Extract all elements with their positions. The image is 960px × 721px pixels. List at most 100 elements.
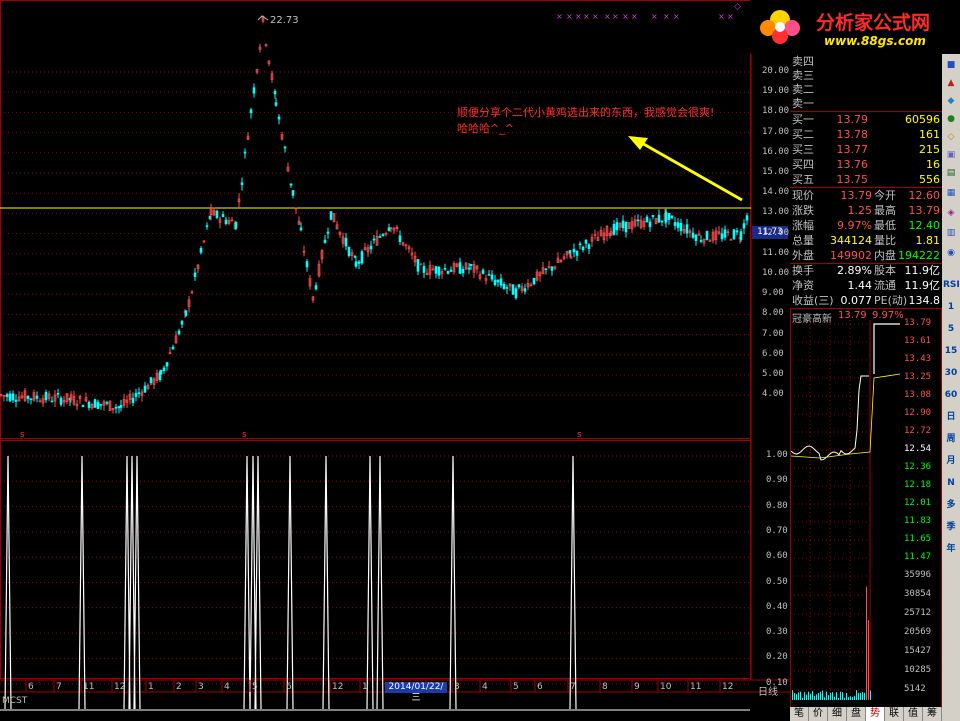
intraday-volume-label: 10285 xyxy=(904,665,932,675)
toolbar-period-button[interactable]: 月 xyxy=(943,452,959,470)
candle-body xyxy=(532,277,536,285)
toolbar-period-button[interactable]: 60 xyxy=(943,386,959,404)
intraday-volume-bar xyxy=(834,696,835,700)
toolbar-icon[interactable]: ▲ xyxy=(943,74,959,92)
bid-row[interactable]: 买二 13.78 161 xyxy=(790,127,942,142)
candle-body xyxy=(5,394,9,397)
toolbar-icon[interactable]: ◈ xyxy=(943,204,959,222)
candle-body xyxy=(612,223,616,235)
bottom-tab[interactable]: 价 xyxy=(809,707,828,721)
peak-price-label: 22.73 xyxy=(270,15,299,26)
stat-value: 0.077 xyxy=(840,294,873,307)
intraday-price-label: 12.90 xyxy=(904,408,932,418)
candle-body xyxy=(56,393,60,395)
candle-body xyxy=(137,392,141,395)
toolbar-period-button[interactable]: RSI xyxy=(943,276,960,294)
candle-body xyxy=(134,393,138,397)
bid-label: 买四 xyxy=(792,158,814,171)
bottom-tab[interactable]: 势 xyxy=(866,707,885,721)
toolbar-icon[interactable]: ▥ xyxy=(943,224,959,242)
signal-tick: × xyxy=(663,12,670,21)
intraday-volume-bar xyxy=(816,694,817,700)
toolbar-icon[interactable]: ▤ xyxy=(943,164,959,182)
intraday-volume-bar xyxy=(802,697,803,700)
toolbar-period-button[interactable]: 30 xyxy=(943,364,959,382)
x-axis-label: 7 xyxy=(570,682,576,692)
bid-row[interactable]: 买一 13.79 60596 xyxy=(790,112,942,127)
stat-label: 今开 xyxy=(874,189,896,202)
signal-tick: × xyxy=(673,12,680,21)
toolbar-period-button[interactable]: 季 xyxy=(943,518,959,536)
bottom-tab[interactable]: 联 xyxy=(885,707,904,721)
x-axis-label: 1 xyxy=(148,682,154,692)
signal-tick: × xyxy=(592,12,599,21)
bid-row[interactable]: 买五 13.75 556 xyxy=(790,172,942,187)
bid-row[interactable]: 买三 13.77 215 xyxy=(790,142,942,157)
bottom-tab[interactable]: 盘 xyxy=(847,707,866,721)
toolbar-icon[interactable]: ◇ xyxy=(943,128,959,146)
intraday-title: 冠豪高新 xyxy=(792,314,832,325)
candle-body xyxy=(636,219,640,222)
candle-body xyxy=(443,268,447,270)
indicator-y-label: 0.70 xyxy=(766,525,788,536)
stat-label: 量比 xyxy=(874,234,896,247)
candle-body xyxy=(99,404,103,406)
toolbar-period-button[interactable]: N xyxy=(943,474,959,492)
intraday-volume-bar xyxy=(794,693,795,700)
candle-body xyxy=(720,233,724,240)
intraday-volume-label: 35996 xyxy=(904,570,932,580)
candle-body xyxy=(685,224,689,234)
x-axis-label: 11 xyxy=(83,682,95,692)
stat-row: 外盘 149902 内盘 194222 xyxy=(790,248,942,263)
candle-body xyxy=(467,267,471,270)
bid-volume: 556 xyxy=(919,173,940,186)
y-axis-label: 19.00 xyxy=(762,86,790,97)
candle-body xyxy=(487,274,491,276)
candle-body xyxy=(215,210,219,219)
ask-row: 卖一 xyxy=(790,96,942,111)
ask-label: 卖三 xyxy=(792,69,814,82)
signal-tick: × xyxy=(718,12,725,21)
candle-body xyxy=(578,243,582,246)
toolbar-icon[interactable]: ◉ xyxy=(943,244,959,262)
intraday-volume-bar xyxy=(866,586,867,700)
toolbar-period-button[interactable]: 多 xyxy=(943,496,959,514)
toolbar-icon[interactable]: ◆ xyxy=(943,92,959,110)
toolbar-period-button[interactable]: 15 xyxy=(943,342,959,360)
toolbar-period-button[interactable]: 日 xyxy=(943,408,959,426)
candle-body xyxy=(490,274,494,280)
signal-tick: × xyxy=(622,12,629,21)
annotation-arrowhead xyxy=(628,136,648,150)
toolbar-period-button[interactable]: 1 xyxy=(943,298,959,316)
toolbar-icon[interactable]: ■ xyxy=(943,56,959,74)
indicator-spike xyxy=(254,455,262,710)
x-axis-label: 12 xyxy=(114,682,126,692)
x-axis-label: 6 xyxy=(537,682,543,692)
toolbar-icon[interactable]: ▣ xyxy=(943,146,959,164)
signal-marker: s xyxy=(577,430,582,440)
x-axis-label: 12 xyxy=(722,682,734,692)
indicator-spike xyxy=(366,455,374,710)
bid-label: 买二 xyxy=(792,128,814,141)
intraday-volume-bar xyxy=(840,691,841,700)
bottom-tab[interactable]: 筹 xyxy=(923,707,942,721)
toolbar-period-button[interactable]: 5 xyxy=(943,320,959,338)
period-label[interactable]: 日线 xyxy=(758,683,778,698)
bottom-tab[interactable]: 细 xyxy=(828,707,847,721)
x-axis-label: 3 xyxy=(454,682,460,692)
x-axis-label: 6 xyxy=(28,682,34,692)
signal-tick: ◇ xyxy=(734,2,741,12)
bottom-tab[interactable]: 值 xyxy=(904,707,923,721)
intraday-price: 13.79 xyxy=(838,310,867,321)
bid-price: 13.79 xyxy=(836,113,869,126)
toolbar-period-button[interactable]: 周 xyxy=(943,430,959,448)
toolbar-period-button[interactable]: 年 xyxy=(943,540,959,558)
bid-row[interactable]: 买四 13.76 16 xyxy=(790,157,942,172)
intraday-volume-bar xyxy=(860,693,861,700)
candle-body xyxy=(143,385,147,393)
ask-label: 卖二 xyxy=(792,83,814,96)
bottom-tab[interactable]: 笔 xyxy=(790,707,809,721)
toolbar-icon[interactable]: ▦ xyxy=(943,184,959,202)
toolbar-icon[interactable]: ● xyxy=(943,110,959,128)
candle-body xyxy=(305,261,309,268)
